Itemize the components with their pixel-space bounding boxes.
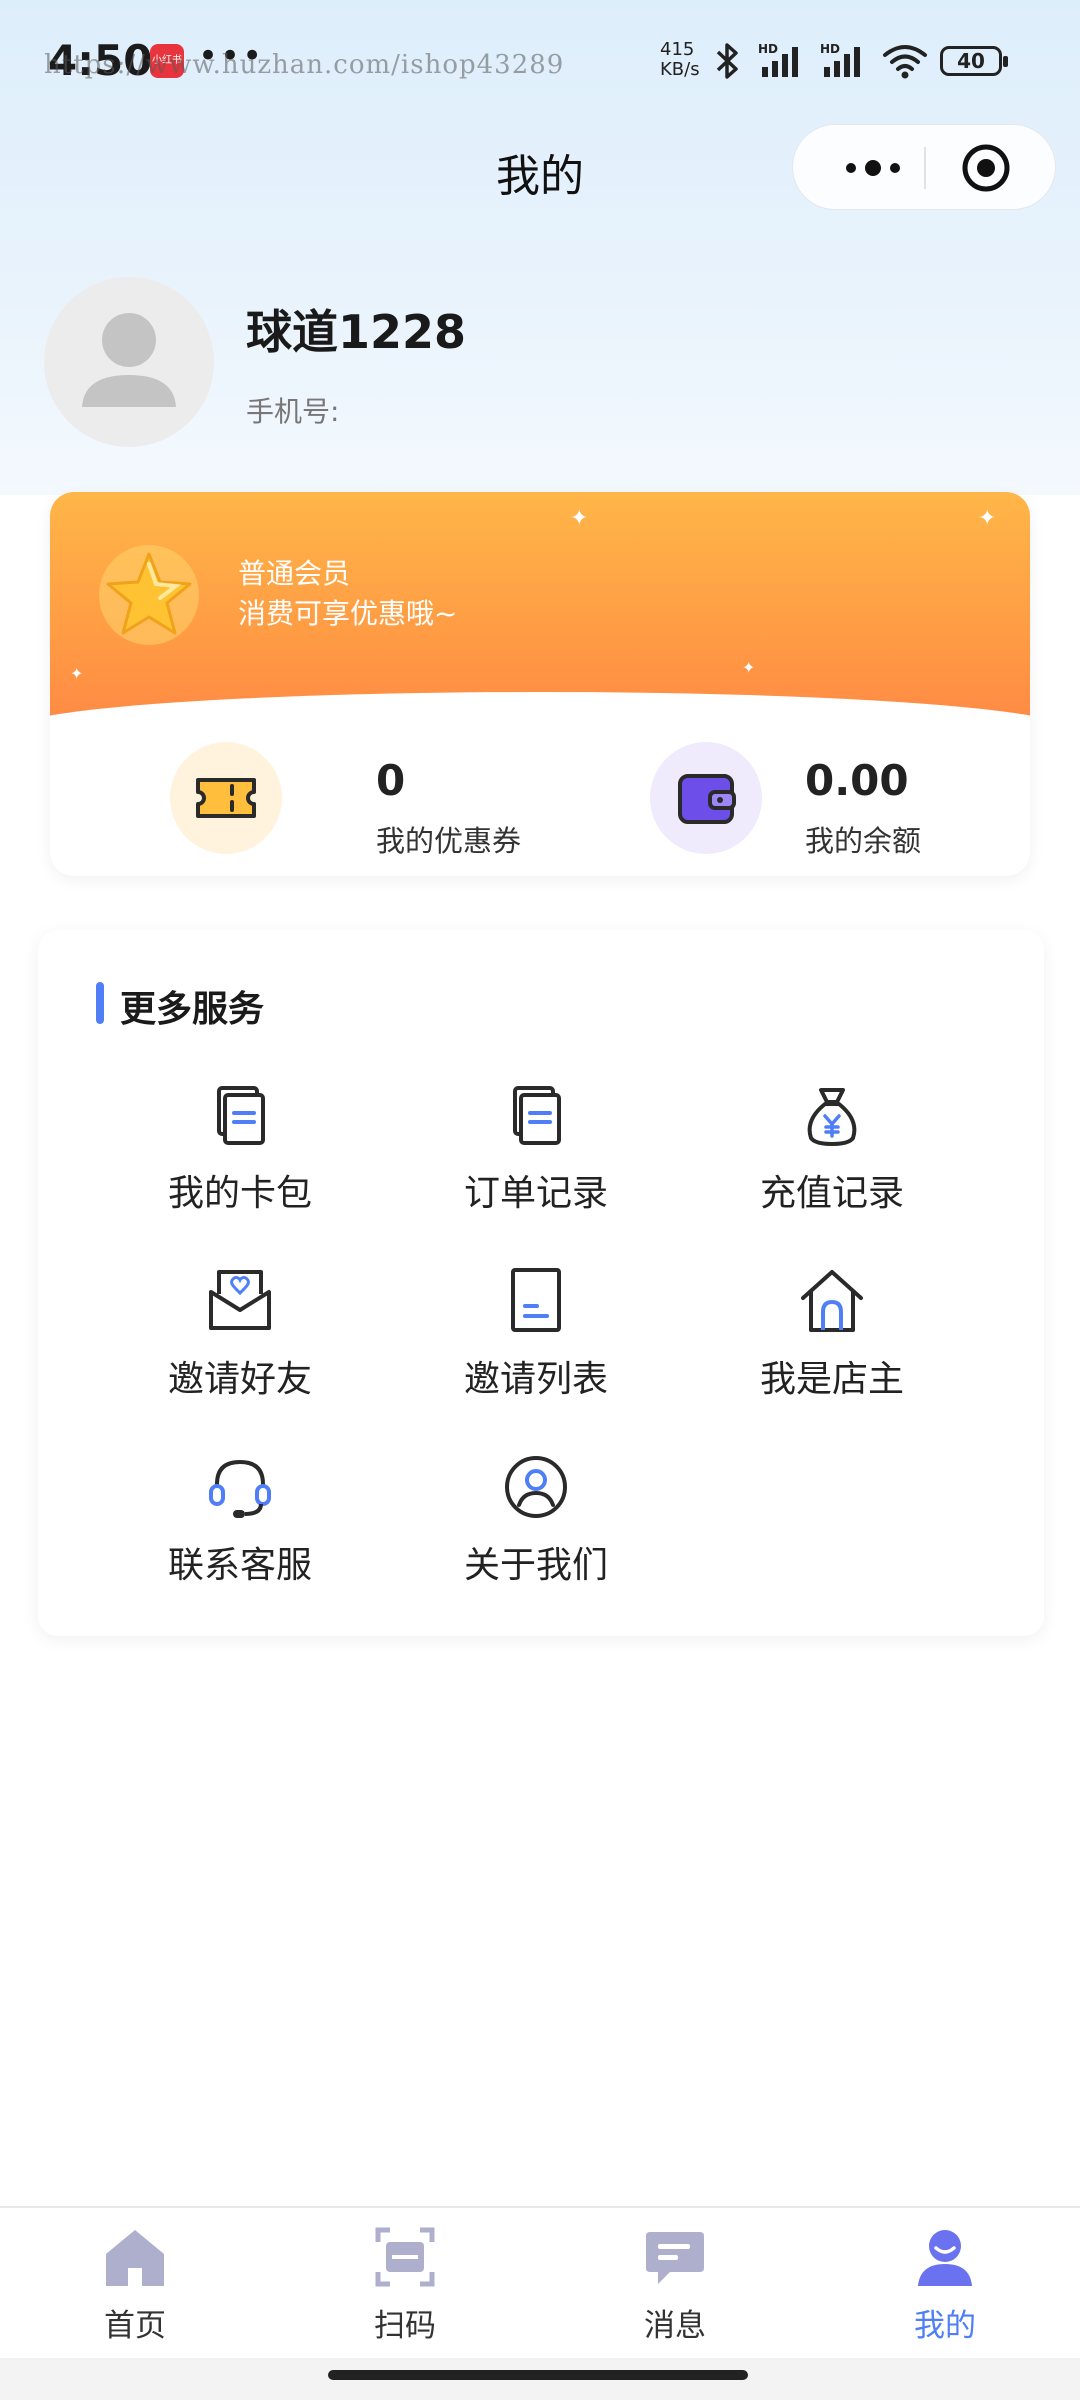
coupon-icon	[196, 778, 256, 818]
username: 球道1228	[246, 305, 467, 359]
member-card: ✦ ✦ ✦ ✦ 普通会员 消费可享优惠哦~ 0 我的优惠券 0.00 我的余额	[50, 492, 1030, 876]
service-label: 关于我们	[463, 1545, 608, 1586]
shop-home-icon	[801, 1270, 863, 1332]
wifi-icon	[883, 45, 927, 79]
section-accent-bar	[96, 982, 104, 1024]
status-bar: 4:50 小红书 ••• https://www.huzhan.com/isho…	[0, 0, 1080, 120]
service-label: 邀请好友	[167, 1359, 312, 1400]
service-invite-friends[interactable]: 邀请好友	[110, 1266, 370, 1416]
scan-icon	[375, 2227, 435, 2287]
headset-icon	[209, 1459, 271, 1518]
sparkle-icon: ✦	[742, 658, 756, 677]
card-wallet-icon	[217, 1086, 265, 1145]
home-icon	[106, 2230, 164, 2286]
miniprogram-capsule	[792, 124, 1056, 210]
battery-icon: 40	[940, 46, 1008, 76]
member-star-icon	[99, 545, 199, 645]
bluetooth-icon	[716, 43, 738, 79]
svg-text:HD: HD	[820, 42, 840, 56]
signal-hd-2-icon: HD	[820, 42, 860, 77]
coupon-icon-bg	[170, 742, 282, 854]
coupon-count: 0	[376, 756, 406, 805]
balance-stat[interactable]: 0.00 我的余额	[650, 722, 1010, 872]
invite-list-icon	[511, 1268, 561, 1332]
svg-text:HD: HD	[758, 42, 778, 56]
phone-label: 手机号:	[246, 395, 340, 428]
network-speed: 415 KB/s	[660, 40, 700, 80]
coupons-stat[interactable]: 0 我的优惠券	[170, 722, 530, 872]
coupon-label: 我的优惠券	[376, 824, 522, 858]
service-label: 邀请列表	[463, 1359, 608, 1400]
service-label: 我是店主	[759, 1359, 904, 1400]
more-options-icon[interactable]	[833, 143, 913, 193]
tab-home[interactable]: 首页	[35, 2224, 235, 2354]
wallet-icon-bg	[650, 742, 762, 854]
tab-label: 消息	[644, 2308, 706, 2344]
balance-amount: 0.00	[805, 756, 909, 805]
signal-hd-icon: HD	[758, 42, 798, 77]
order-record-icon	[513, 1086, 561, 1145]
service-label: 联系客服	[167, 1545, 312, 1586]
capsule-divider	[924, 147, 926, 189]
recharge-bag-icon	[807, 1088, 857, 1146]
member-level: 普通会员	[238, 557, 351, 590]
network-speed-unit: KB/s	[660, 59, 700, 80]
service-invite-list[interactable]: 邀请列表	[406, 1266, 666, 1416]
tab-label: 首页	[104, 2308, 166, 2344]
service-card-wallet[interactable]: 我的卡包	[110, 1080, 370, 1230]
sparkle-icon: ✦	[978, 506, 997, 531]
service-label: 充值记录	[759, 1173, 904, 1214]
wallet-icon	[678, 774, 736, 824]
sparkle-icon: ✦	[70, 664, 84, 683]
tab-label: 我的	[914, 2308, 976, 2344]
watermark-url: https://www.huzhan.com/ishop43289	[44, 50, 565, 80]
default-avatar-icon	[82, 313, 176, 407]
profile-icon	[918, 2230, 972, 2286]
tab-label: 扫码	[374, 2308, 436, 2344]
service-shop-owner[interactable]: 我是店主	[702, 1266, 962, 1416]
services-panel: 更多服务 我的卡包 订单记录 充值记录 邀请好友 邀请列表 我是店主 联系客服 …	[38, 930, 1044, 1636]
service-label: 我的卡包	[167, 1173, 312, 1214]
service-contact-support[interactable]: 联系客服	[110, 1452, 370, 1602]
member-description: 消费可享优惠哦~	[238, 597, 458, 630]
home-indicator[interactable]	[328, 2370, 748, 2380]
tab-scan[interactable]: 扫码	[305, 2224, 505, 2354]
close-miniprogram-icon[interactable]	[961, 143, 1011, 193]
member-card-banner: ✦ ✦ ✦ ✦ 普通会员 消费可享优惠哦~	[50, 492, 1030, 722]
status-icons: HD HD 40	[710, 36, 1008, 86]
tab-mine[interactable]: 我的	[845, 2224, 1045, 2354]
tab-messages[interactable]: 消息	[575, 2224, 775, 2354]
network-speed-value: 415	[660, 39, 695, 60]
user-circle-icon	[505, 1456, 567, 1518]
service-about-us[interactable]: 关于我们	[406, 1452, 666, 1602]
service-order-record[interactable]: 订单记录	[406, 1080, 666, 1230]
sparkle-icon: ✦	[570, 506, 589, 531]
services-title: 更多服务	[120, 989, 265, 1030]
message-icon	[646, 2232, 704, 2284]
bottom-tab-bar: 首页 扫码 消息 我的	[0, 2206, 1080, 2358]
invite-envelope-icon	[209, 1270, 271, 1330]
balance-label: 我的余额	[805, 824, 922, 858]
service-recharge-record[interactable]: 充值记录	[702, 1080, 962, 1230]
service-label: 订单记录	[463, 1173, 608, 1214]
avatar[interactable]	[44, 277, 214, 447]
